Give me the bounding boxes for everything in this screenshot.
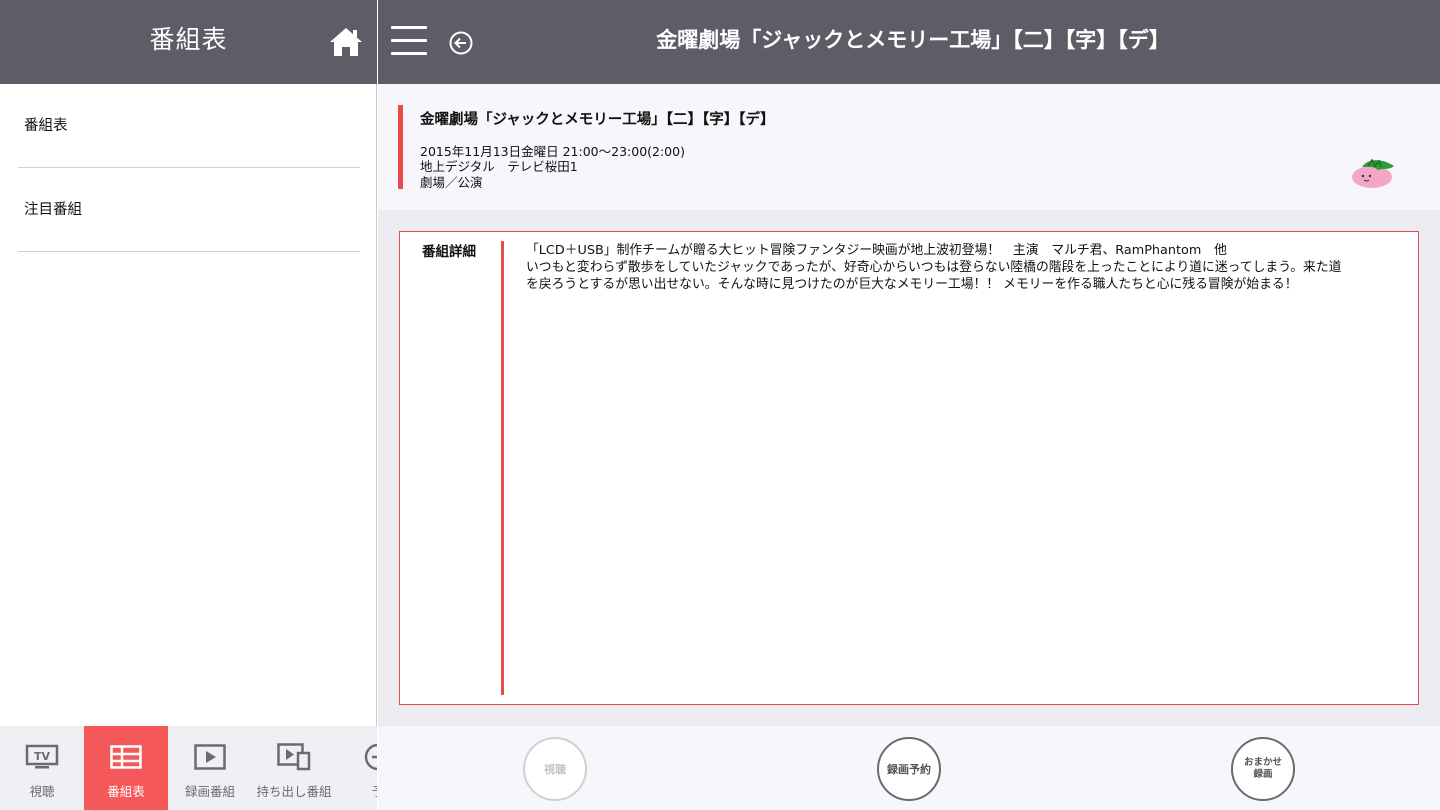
detail-pane: 金曜劇場「ジャックとメモリー工場」【二】【字】【デ】 金曜劇場「ジャックとメモリ… <box>378 0 1440 810</box>
sidebar-nav: 番組表 注目番組 <box>0 84 377 252</box>
tab-portable[interactable]: 持ち出し番組 <box>252 726 336 810</box>
svg-text:TV: TV <box>34 750 51 763</box>
page-title: 金曜劇場「ジャックとメモリー工場」【二】【字】【デ】 <box>656 28 1170 52</box>
tab-label: 録画番組 <box>184 784 235 799</box>
auto-record-label: おまかせ 録画 <box>1244 757 1282 781</box>
program-title: 金曜劇場「ジャックとメモリー工場」【二】【字】【デ】 <box>420 112 775 128</box>
watch-button[interactable]: 視聴 <box>523 737 587 801</box>
program-detail-box: 番組詳細 「LCD＋USB」制作チームが贈る大ヒット冒険ファンタジー映画が地上波… <box>399 231 1419 705</box>
tv-icon: TV <box>25 744 59 769</box>
menu-button[interactable] <box>391 26 427 56</box>
detail-line: を戻ろうとするが思い出せない。そんな時に見つけたのが巨大なメモリー工場！！ メモ… <box>526 277 1298 292</box>
play-icon <box>194 744 226 770</box>
tab-label: 番組表 <box>107 784 145 799</box>
action-bar: 視聴 録画予約 おまかせ 録画 <box>378 726 1440 810</box>
detail-line: 「LCD＋USB」制作チームが贈る大ヒット冒険ファンタジー映画が地上波初登場！ … <box>526 243 1227 258</box>
sidebar-pane: 番組表 番組表 注目番組 TV 視聴 番組表 録画番組 持ち出し番組 <box>0 0 377 810</box>
sidebar-header: 番組表 <box>0 0 377 84</box>
tab-watch[interactable]: TV 視聴 <box>0 726 84 810</box>
program-genre: 劇場／公演 <box>420 175 483 190</box>
mascot-icon <box>1352 158 1394 188</box>
detail-header: 金曜劇場「ジャックとメモリー工場」【二】【字】【デ】 <box>378 0 1440 84</box>
sidebar-title: 番組表 <box>149 25 228 54</box>
detail-label: 番組詳細 <box>422 244 476 260</box>
bottom-tab-bar: TV 視聴 番組表 録画番組 持ち出し番組 <box>0 726 377 810</box>
grid-icon <box>110 745 142 769</box>
sidebar-item-schedule[interactable]: 番組表 <box>18 84 360 168</box>
auto-record-button[interactable]: おまかせ 録画 <box>1231 737 1295 801</box>
tab-label: 持ち出し番組 <box>256 784 332 799</box>
portable-play-icon <box>277 743 311 771</box>
tab-schedule[interactable]: 番組表 <box>84 726 168 810</box>
back-button[interactable] <box>449 31 473 55</box>
auto-record-label-line1: おまかせ <box>1243 757 1282 768</box>
sidebar-item-label: 番組表 <box>24 118 68 134</box>
auto-record-label-line2: 録画 <box>1253 769 1273 780</box>
detail-description: 「LCD＋USB」制作チームが贈る大ヒット冒険ファンタジー映画が地上波初登場！ … <box>526 242 1386 293</box>
tab-reserve[interactable]: 予 <box>336 726 377 810</box>
tab-label: 視聴 <box>29 784 55 799</box>
accent-bar <box>398 105 403 189</box>
sidebar-item-label: 注目番組 <box>24 202 82 218</box>
record-reserve-button[interactable]: 録画予約 <box>877 737 941 801</box>
home-button[interactable] <box>326 22 366 62</box>
detail-line: いつもと変わらず散歩をしていたジャックであったが、好奇心からいつもは登らない陸橋… <box>526 260 1342 275</box>
watch-button-label: 視聴 <box>544 762 566 776</box>
program-info-card: 金曜劇場「ジャックとメモリー工場」【二】【字】【デ】 2015年11月13日金曜… <box>378 84 1440 210</box>
detail-divider <box>501 241 504 695</box>
record-reserve-label: 録画予約 <box>887 762 931 776</box>
tab-recordings[interactable]: 録画番組 <box>168 726 252 810</box>
back-arrow-icon <box>449 31 473 55</box>
home-icon <box>330 28 362 56</box>
tab-label: 予 <box>336 781 377 800</box>
sidebar-item-featured[interactable]: 注目番組 <box>18 168 360 252</box>
reserve-icon <box>364 743 377 771</box>
